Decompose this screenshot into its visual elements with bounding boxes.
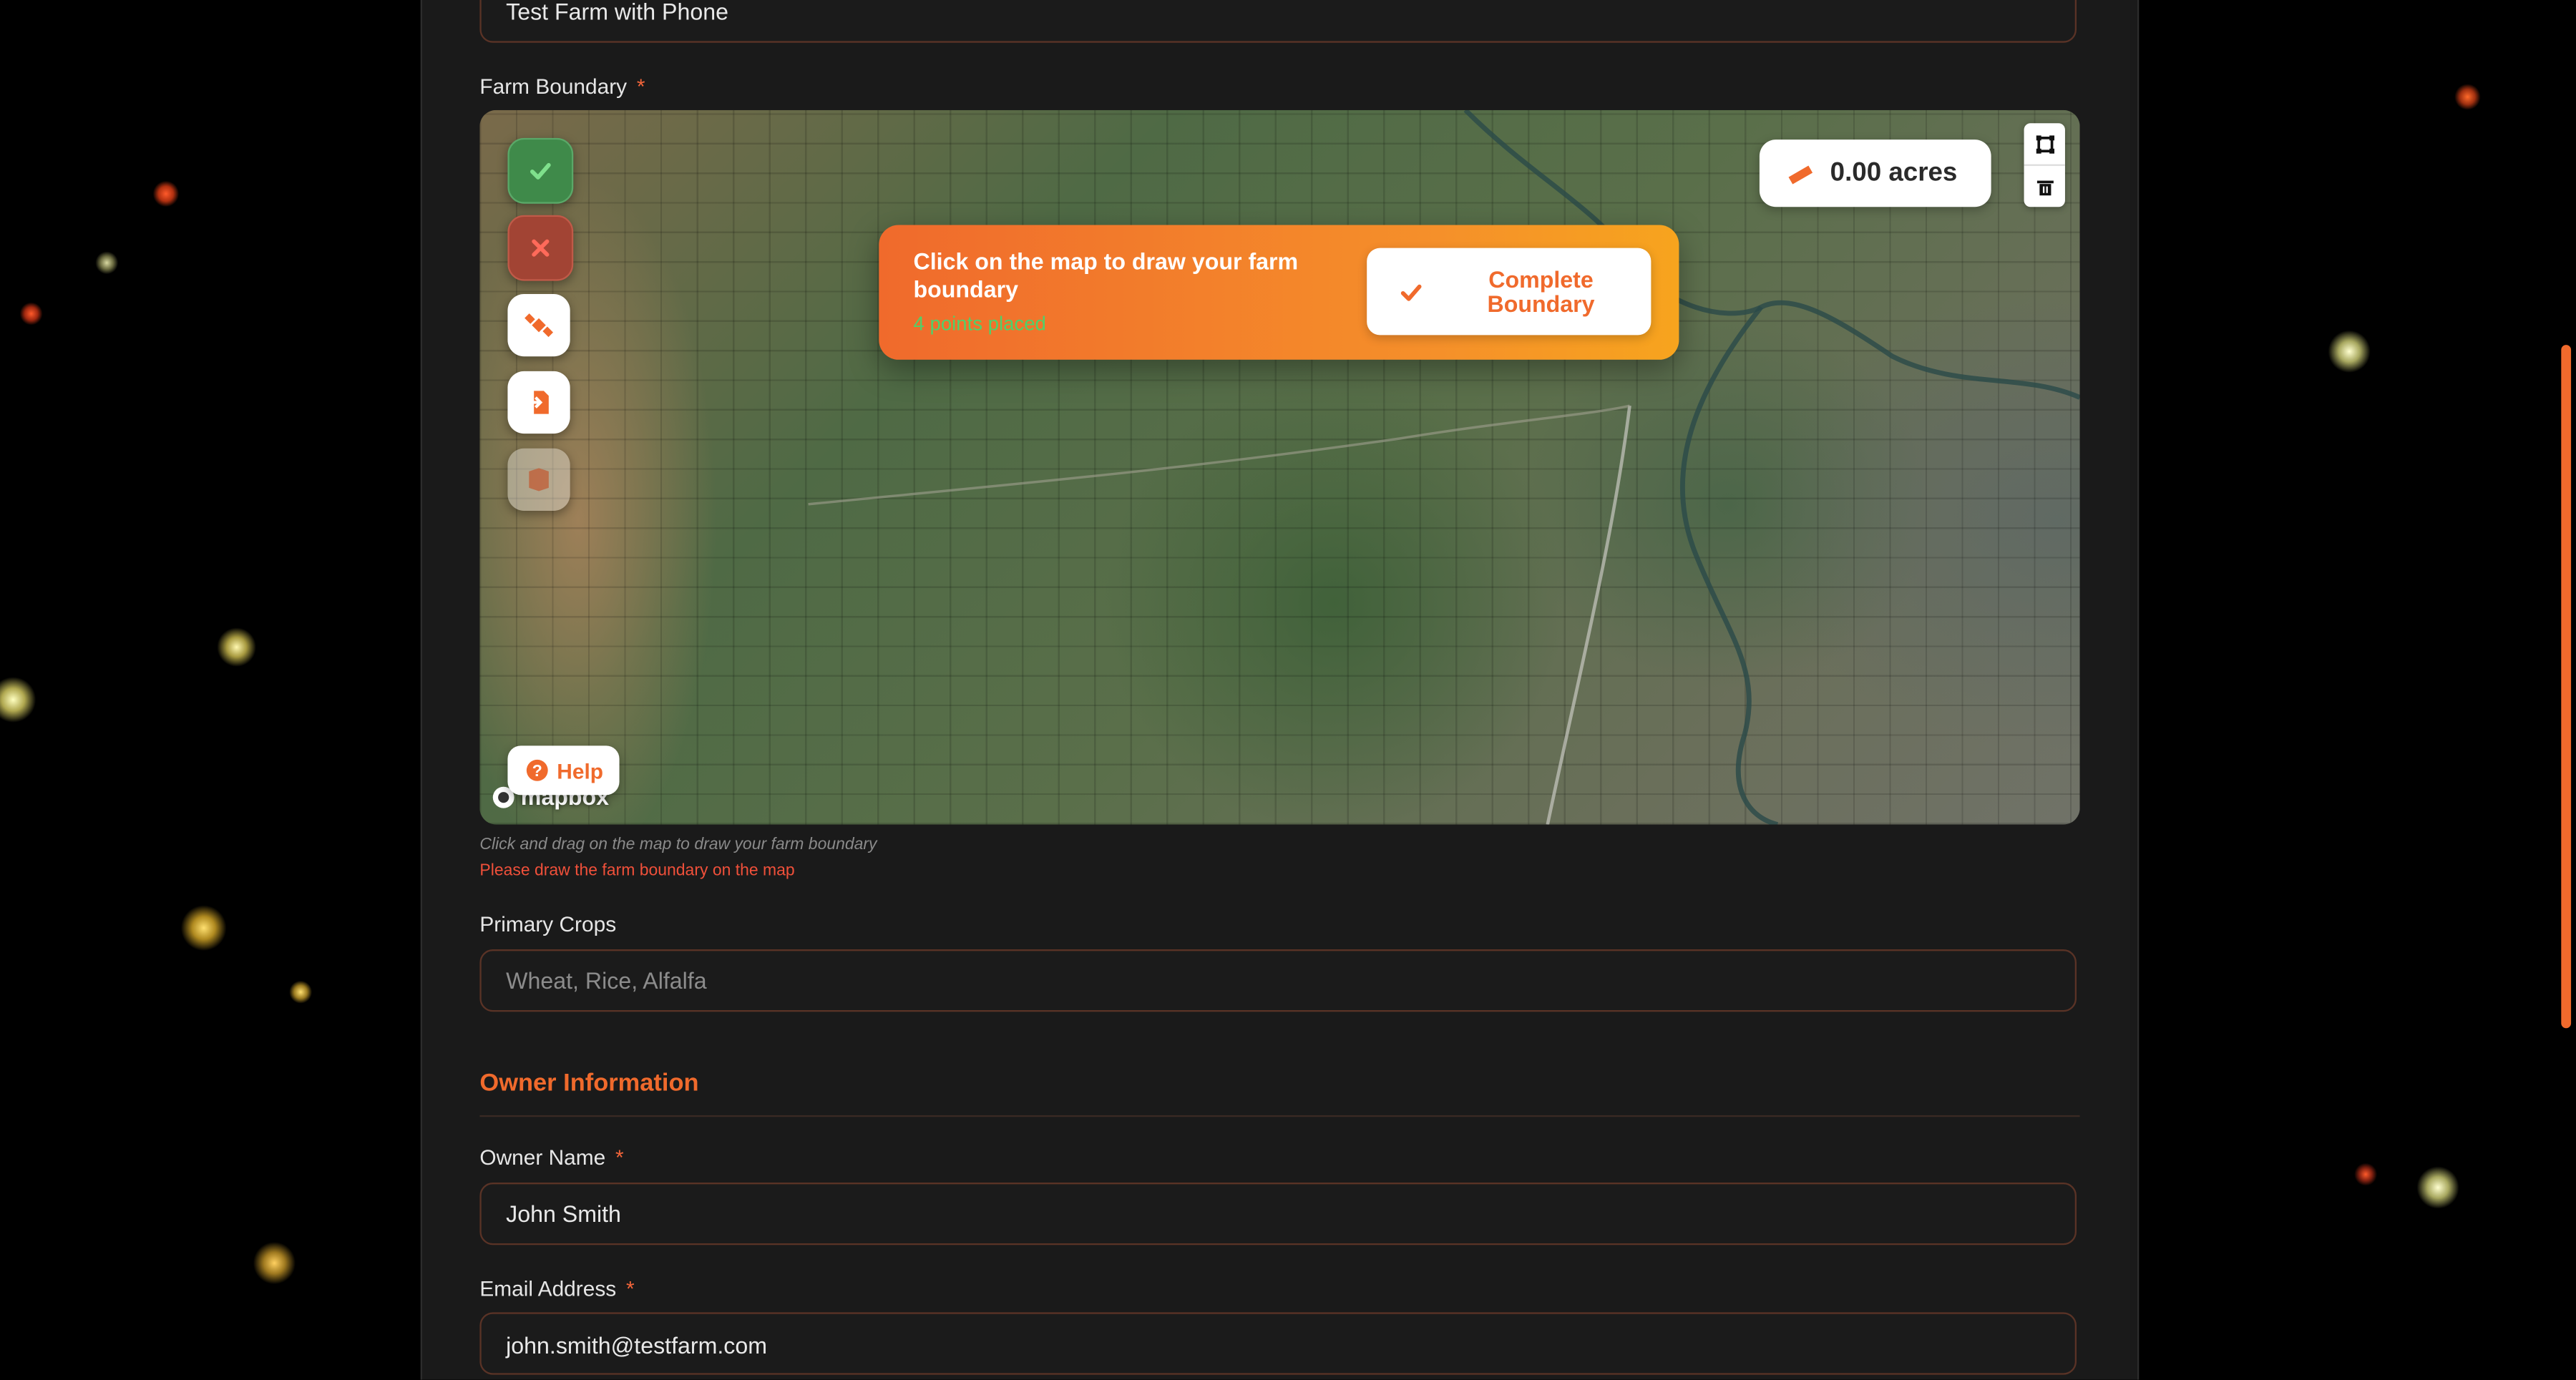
bg-glow (217, 627, 257, 667)
boundary-map[interactable]: Click on the map to draw your farm bound… (479, 109, 2080, 825)
check-icon (1400, 283, 1422, 300)
boundary-hint: Click and drag on the map to draw your f… (479, 836, 877, 854)
svg-text:?: ? (532, 761, 542, 780)
points-placed-count: 4 points placed (913, 312, 1046, 336)
farm-boundary-label: Farm Boundary * (479, 74, 645, 99)
bg-glow (2454, 84, 2481, 110)
banner-title: Click on the map to draw your farm bound… (913, 248, 1299, 303)
import-tool-button[interactable] (507, 371, 570, 434)
bg-glow (95, 251, 119, 275)
owner-section-title: Owner Information (479, 1069, 699, 1097)
cancel-tool-button[interactable] (507, 215, 574, 281)
help-icon: ? (526, 759, 548, 781)
complete-boundary-label: Complete Boundary (1487, 265, 1595, 316)
primary-crops-placeholder: Wheat, Rice, Alfalfa (506, 967, 707, 994)
bg-glow (152, 180, 180, 207)
locate-tool-button[interactable] (507, 293, 570, 357)
farm-name-input[interactable]: Test Farm with Phone (479, 0, 2077, 43)
draw-controls (2024, 123, 2065, 207)
bg-glow (2416, 1166, 2459, 1209)
email-value: john.smith@testfarm.com (506, 1331, 768, 1359)
layer-tool-button[interactable] (507, 448, 570, 512)
required-marker: * (625, 1276, 635, 1301)
import-file-icon (527, 391, 549, 414)
bg-glow (2328, 330, 2371, 373)
confirm-tool-button[interactable] (507, 137, 574, 204)
acreage-value: 0.00 acres (1830, 158, 1958, 187)
required-marker: * (615, 1145, 624, 1170)
bg-glow (0, 676, 36, 723)
delete-polygon-button[interactable] (2024, 166, 2065, 207)
map-layer-icon (529, 468, 549, 491)
primary-crops-label: Primary Crops (479, 911, 617, 936)
polygon-icon (2035, 134, 2054, 153)
primary-crops-input[interactable]: Wheat, Rice, Alfalfa (479, 949, 2077, 1012)
bg-glow (289, 980, 313, 1004)
check-icon (530, 162, 551, 180)
draw-instructions-banner: Click on the map to draw your farm bound… (879, 225, 1679, 360)
boundary-error: Please draw the farm boundary on the map (479, 862, 795, 881)
required-marker: * (636, 74, 645, 99)
close-icon (532, 239, 550, 257)
section-divider (479, 1115, 2080, 1117)
help-button[interactable]: ? Help (507, 745, 620, 796)
email-label: Email Address * (479, 1276, 635, 1301)
bg-glow (253, 1241, 296, 1285)
ruler-icon (1788, 165, 1813, 184)
bg-glow (19, 302, 43, 326)
help-label: Help (557, 758, 603, 783)
owner-name-label: Owner Name * (479, 1145, 624, 1170)
owner-name-input[interactable]: John Smith (479, 1183, 2077, 1246)
bg-glow (180, 905, 227, 951)
river (808, 109, 2080, 825)
acreage-display: 0.00 acres (1759, 140, 1991, 207)
trash-icon (2036, 180, 2053, 195)
owner-name-value: John Smith (506, 1200, 621, 1228)
draw-polygon-button[interactable] (2024, 123, 2065, 166)
email-input[interactable]: john.smith@testfarm.com (479, 1312, 2077, 1375)
page-scrollbar[interactable] (2561, 345, 2572, 1029)
complete-boundary-button[interactable]: Complete Boundary (1367, 248, 1652, 336)
satellite-icon (525, 313, 553, 338)
farm-name-value: Test Farm with Phone (506, 0, 728, 25)
bg-glow (2354, 1163, 2378, 1186)
